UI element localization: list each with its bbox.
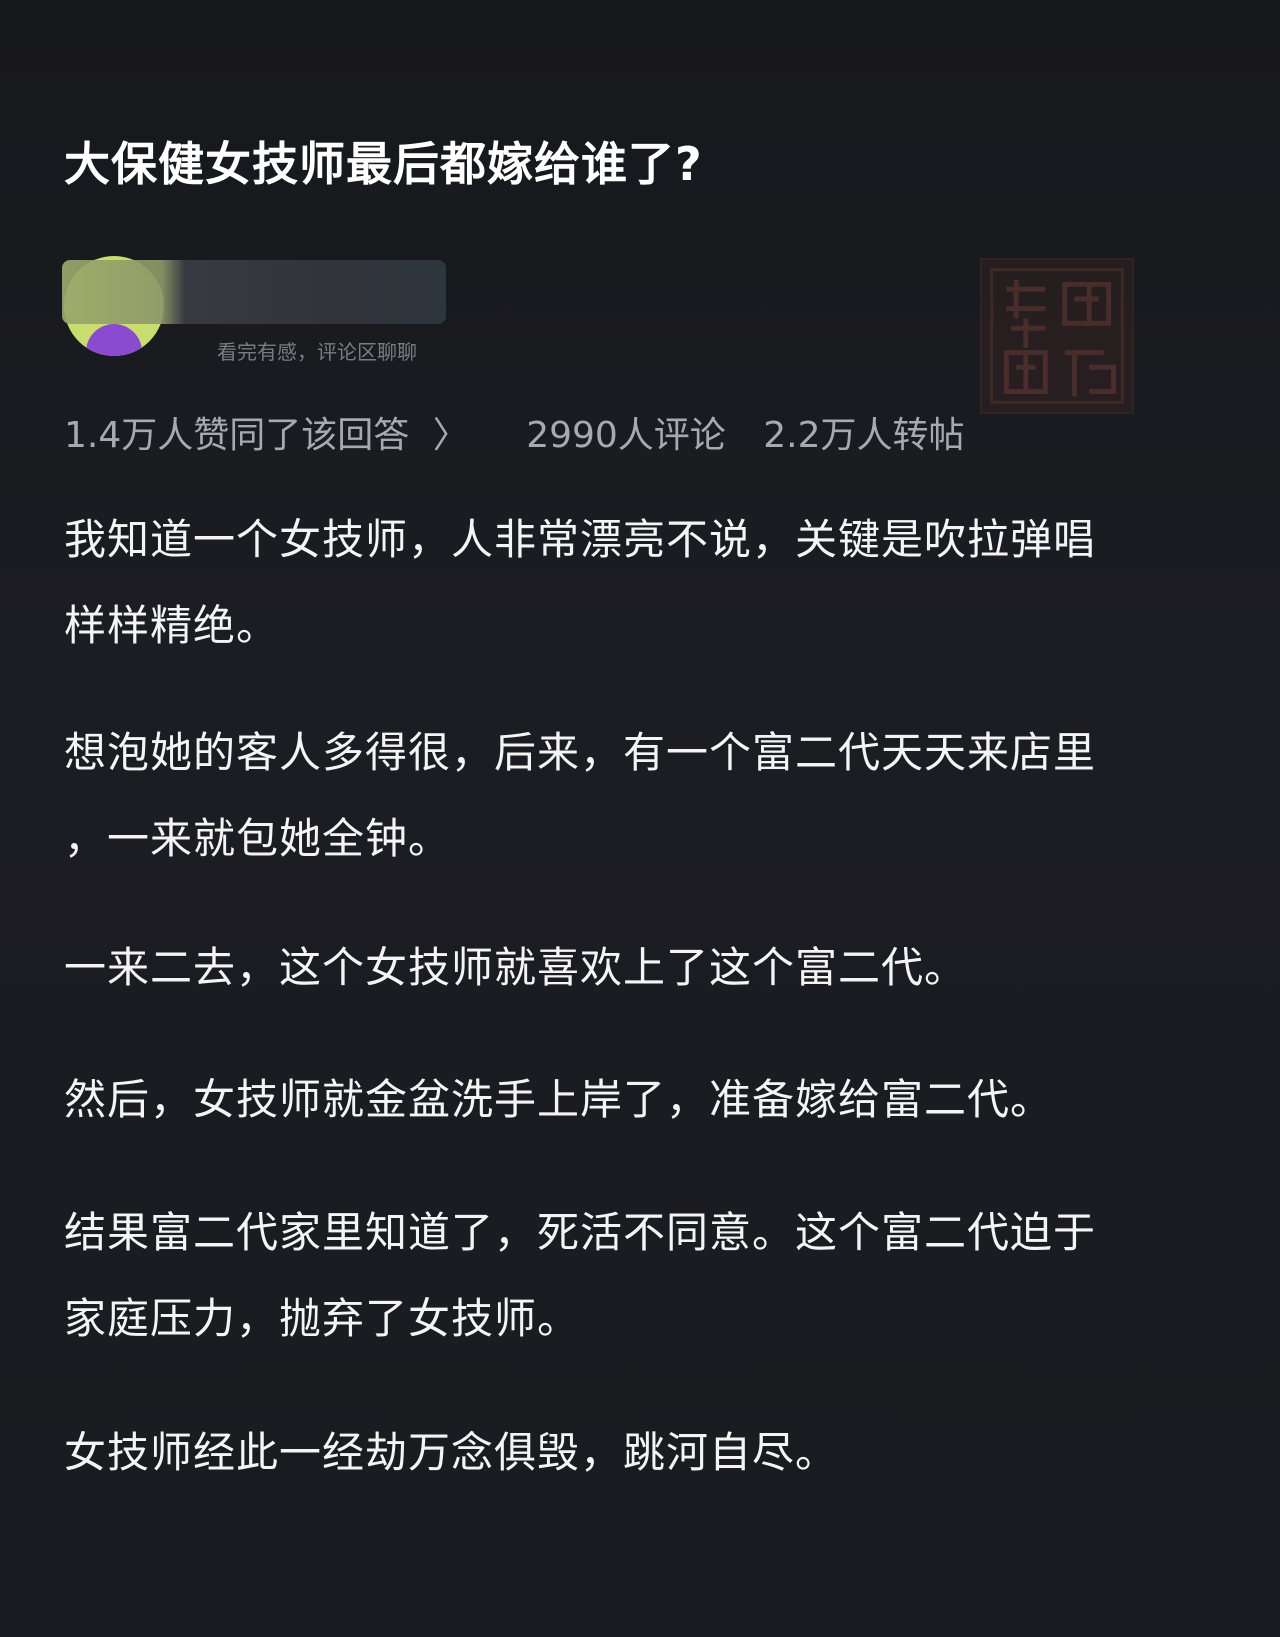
paragraph-line: 家庭压力，抛弃了女技师。 [64, 1294, 581, 1343]
paragraph-line: 想泡她的客人多得很，后来，有一个富二代天天来店里 [64, 728, 1097, 777]
seal-stamp-icon [980, 258, 1134, 414]
chevron-right-icon[interactable]: 〉 [433, 406, 469, 458]
repost-count[interactable]: 2.2万人转帖 [763, 406, 964, 458]
paragraph-1: 我知道一个女技师，人非常漂亮不说，关键是吹拉弹唱 样样精绝。 [64, 497, 1224, 669]
paragraph-line: 女技师经此一经劫万念俱毁，跳河自尽。 [64, 1428, 839, 1477]
paragraph-line: 我知道一个女技师，人非常漂亮不说，关键是吹拉弹唱 [64, 515, 1097, 564]
question-title[interactable]: 大保健女技师最后都嫁给谁了? [64, 128, 703, 194]
paragraph-line: 一来二去，这个女技师就喜欢上了这个富二代。 [64, 943, 968, 992]
author-signature: 看完有感，评论区聊聊 [217, 340, 417, 364]
approve-count[interactable]: 1.4万人赞同了该回答 [64, 406, 409, 458]
paragraph-line: 结果富二代家里知道了，死活不同意。这个富二代迫于 [64, 1208, 1097, 1257]
paragraph-5: 结果富二代家里知道了，死活不同意。这个富二代迫于 家庭压力，抛弃了女技师。 [64, 1190, 1224, 1362]
paragraph-line: ，一来就包她全钟。 [64, 814, 452, 863]
answer-page: 大保健女技师最后都嫁给谁了? 看完有感，评论区聊聊 1.4万人赞同了该回答 〉 … [0, 0, 1280, 1637]
paragraph-3: 一来二去，这个女技师就喜欢上了这个富二代。 [64, 925, 1224, 1011]
paragraph-2: 想泡她的客人多得很，后来，有一个富二代天天来店里 ，一来就包她全钟。 [64, 710, 1224, 882]
avatar-figure-icon [86, 324, 142, 356]
paragraph-line: 样样精绝。 [64, 601, 280, 650]
author-name-blurred[interactable] [62, 260, 446, 324]
author-info[interactable]: 看完有感，评论区聊聊 [62, 252, 462, 364]
answer-stats: 1.4万人赞同了该回答 〉 2990人评论 2.2万人转帖 [64, 406, 965, 458]
paragraph-6: 女技师经此一经劫万念俱毁，跳河自尽。 [64, 1410, 1224, 1496]
comment-count[interactable]: 2990人评论 [526, 406, 726, 458]
paragraph-line: 然后，女技师就金盆洗手上岸了，准备嫁给富二代。 [64, 1075, 1054, 1124]
paragraph-4: 然后，女技师就金盆洗手上岸了，准备嫁给富二代。 [64, 1057, 1224, 1143]
